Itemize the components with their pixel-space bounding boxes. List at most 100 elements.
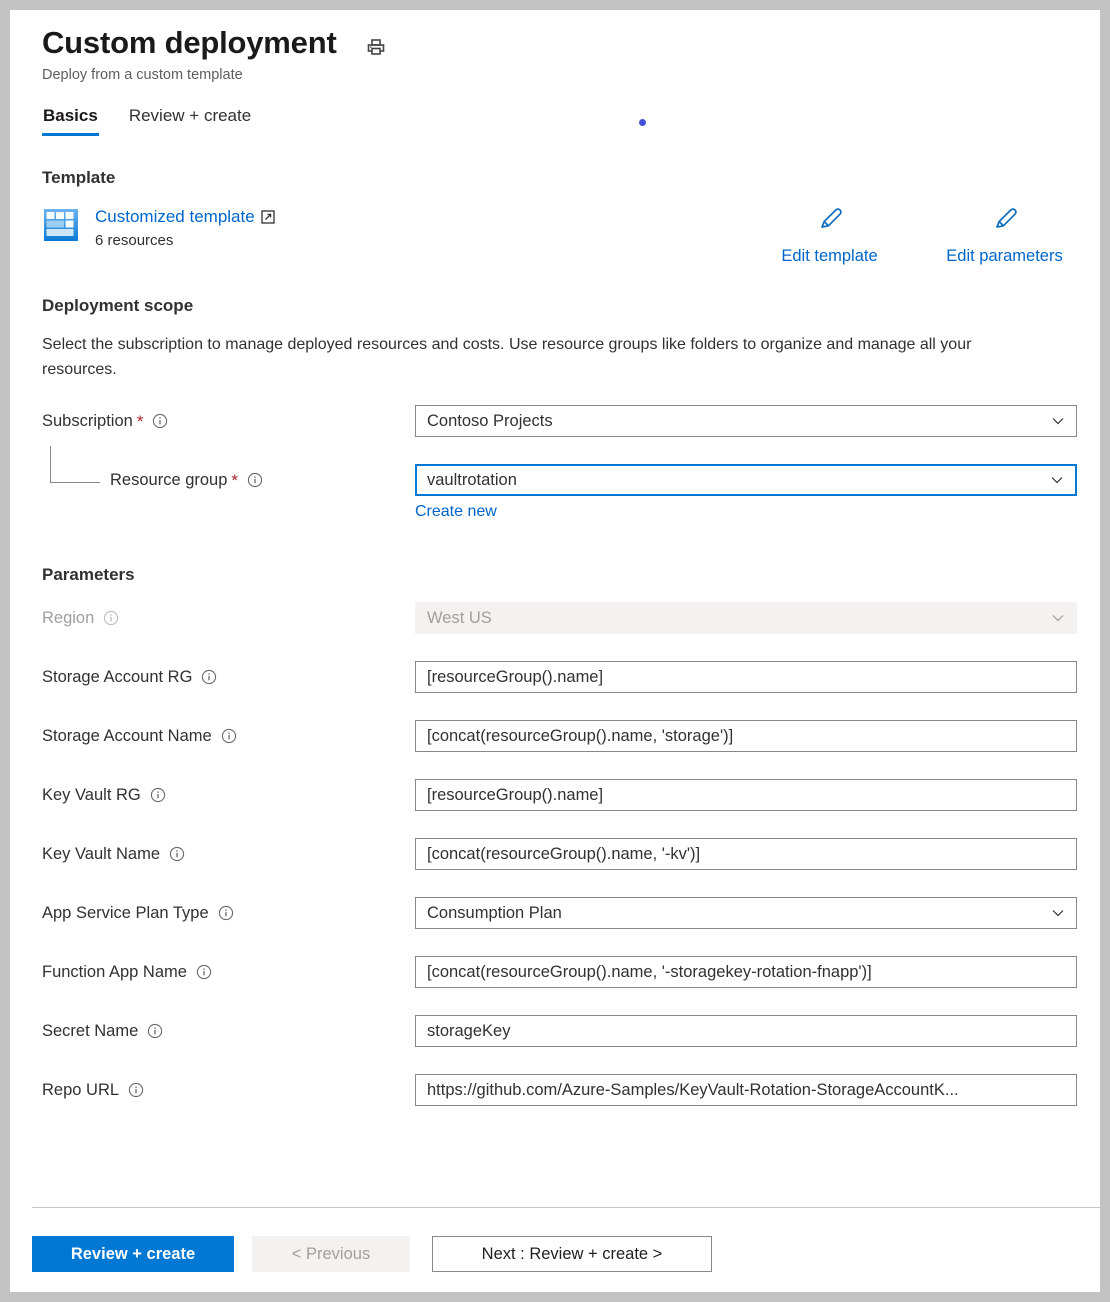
parameter-row: Storage Account Name [concat(resourceGro… xyxy=(42,720,1068,752)
pencil-icon xyxy=(990,204,1020,239)
parameter-row: Secret Name storageKey xyxy=(42,1015,1068,1047)
tab-review-create[interactable]: Review + create xyxy=(128,104,252,136)
previous-button: < Previous xyxy=(252,1236,410,1272)
template-resource-count: 6 resources xyxy=(95,231,275,251)
function-app-name-input[interactable]: [concat(resourceGroup().name, '-storagek… xyxy=(415,956,1077,988)
subscription-label: Subscription * xyxy=(42,410,415,432)
template-edit-actions: Edit template Edit parameters xyxy=(742,204,1092,267)
parameter-row: App Service Plan Type Consumption Plan xyxy=(42,897,1068,929)
subscription-row: Subscription * Contoso Projects xyxy=(42,405,1068,437)
template-summary: Customized template 6 resources xyxy=(42,204,1068,264)
edit-template-label: Edit template xyxy=(781,245,877,267)
info-icon[interactable] xyxy=(196,964,212,980)
storage-account-name-input[interactable]: [concat(resourceGroup().name, 'storage')… xyxy=(415,720,1077,752)
key-vault-rg-label-text: Key Vault RG xyxy=(42,784,141,806)
key-vault-name-value: [concat(resourceGroup().name, '-kv')] xyxy=(427,843,1068,865)
key-vault-rg-value: [resourceGroup().name] xyxy=(427,784,1068,806)
parameter-row: Storage Account RG [resourceGroup().name… xyxy=(42,661,1068,693)
customized-template-label: Customized template xyxy=(95,205,255,228)
parameter-row: Key Vault Name [concat(resourceGroup().n… xyxy=(42,838,1068,870)
info-icon[interactable] xyxy=(150,787,166,803)
resource-group-dropdown[interactable]: vaultrotation xyxy=(415,464,1077,496)
info-icon[interactable] xyxy=(152,413,168,429)
repo-url-input[interactable]: https://github.com/Azure-Samples/KeyVaul… xyxy=(415,1074,1077,1106)
scope-tree-connector xyxy=(50,446,100,483)
storage-account-rg-input[interactable]: [resourceGroup().name] xyxy=(415,661,1077,693)
info-icon[interactable] xyxy=(201,669,217,685)
chevron-down-icon xyxy=(1044,905,1072,921)
footer-divider xyxy=(32,1207,1100,1208)
template-heading: Template xyxy=(42,168,1068,188)
repo-url-label: Repo URL xyxy=(42,1079,415,1101)
function-app-name-label: Function App Name xyxy=(42,961,415,983)
app-service-plan-type-label: App Service Plan Type xyxy=(42,902,415,924)
app-service-plan-type-value: Consumption Plan xyxy=(427,902,1044,924)
subscription-label-text: Subscription xyxy=(42,410,133,432)
key-vault-name-label: Key Vault Name xyxy=(42,843,415,865)
info-icon[interactable] xyxy=(247,472,263,488)
storage-account-rg-label: Storage Account RG xyxy=(42,666,415,688)
create-new-row: Create new xyxy=(42,501,1068,523)
storage-account-name-value: [concat(resourceGroup().name, 'storage')… xyxy=(427,725,1068,747)
deployment-scope-heading: Deployment scope xyxy=(42,296,1068,316)
edit-parameters-label: Edit parameters xyxy=(946,245,1062,267)
storage-account-rg-label-text: Storage Account RG xyxy=(42,666,192,688)
parameters-form: Region West US xyxy=(42,602,1068,1106)
edit-parameters-button[interactable]: Edit parameters xyxy=(917,204,1092,267)
secret-name-label: Secret Name xyxy=(42,1020,415,1042)
blade-header: Custom deployment xyxy=(42,10,1068,63)
repo-url-label-text: Repo URL xyxy=(42,1079,119,1101)
custom-deployment-blade: Custom deployment Deploy from a custom t… xyxy=(10,10,1100,1292)
edit-template-button[interactable]: Edit template xyxy=(742,204,917,267)
subscription-value: Contoso Projects xyxy=(427,410,1044,432)
deployment-scope-description: Select the subscription to manage deploy… xyxy=(42,332,1042,382)
tab-bar: Basics Review + create xyxy=(42,104,1068,136)
info-icon[interactable] xyxy=(128,1082,144,1098)
secret-name-label-text: Secret Name xyxy=(42,1020,138,1042)
parameter-row: Repo URL https://github.com/Azure-Sample… xyxy=(42,1074,1068,1106)
secret-name-value: storageKey xyxy=(427,1020,1068,1042)
resource-group-value: vaultrotation xyxy=(427,469,1043,491)
app-service-plan-type-label-text: App Service Plan Type xyxy=(42,902,209,924)
arm-template-icon xyxy=(42,205,82,245)
app-service-plan-type-dropdown[interactable]: Consumption Plan xyxy=(415,897,1077,929)
region-label-text: Region xyxy=(42,607,94,629)
info-icon[interactable] xyxy=(221,728,237,744)
key-vault-rg-input[interactable]: [resourceGroup().name] xyxy=(415,779,1077,811)
required-asterisk: * xyxy=(137,413,144,430)
print-icon[interactable] xyxy=(365,36,387,58)
status-dot-marker xyxy=(639,119,646,126)
customized-template-link[interactable]: Customized template xyxy=(95,205,275,228)
chevron-down-icon xyxy=(1044,610,1072,626)
chevron-down-icon xyxy=(1044,413,1072,429)
parameters-heading: Parameters xyxy=(42,565,1068,585)
next-review-create-button[interactable]: Next : Review + create > xyxy=(432,1236,712,1272)
info-icon[interactable] xyxy=(218,905,234,921)
region-value: West US xyxy=(427,607,1044,629)
key-vault-name-label-text: Key Vault Name xyxy=(42,843,160,865)
parameter-row: Function App Name [concat(resourceGroup(… xyxy=(42,956,1068,988)
region-label: Region xyxy=(42,607,415,629)
info-icon[interactable] xyxy=(103,610,119,626)
repo-url-value: https://github.com/Azure-Samples/KeyVaul… xyxy=(427,1079,1068,1101)
required-asterisk: * xyxy=(231,472,238,489)
storage-account-name-label-text: Storage Account Name xyxy=(42,725,212,747)
info-icon[interactable] xyxy=(147,1023,163,1039)
pencil-icon xyxy=(815,204,845,239)
review-create-button[interactable]: Review + create xyxy=(32,1236,234,1272)
create-new-link[interactable]: Create new xyxy=(415,501,497,523)
page-title: Custom deployment xyxy=(42,23,337,63)
external-link-icon xyxy=(261,210,275,224)
parameter-row: Region West US xyxy=(42,602,1068,634)
secret-name-input[interactable]: storageKey xyxy=(415,1015,1077,1047)
subscription-dropdown[interactable]: Contoso Projects xyxy=(415,405,1077,437)
function-app-name-label-text: Function App Name xyxy=(42,961,187,983)
resource-group-label-text: Resource group xyxy=(110,469,227,491)
footer-actions: Review + create < Previous Next : Review… xyxy=(32,1236,712,1272)
tab-basics[interactable]: Basics xyxy=(42,104,99,136)
resource-group-row: Resource group * vaultrotation xyxy=(42,464,1068,496)
info-icon[interactable] xyxy=(169,846,185,862)
key-vault-name-input[interactable]: [concat(resourceGroup().name, '-kv')] xyxy=(415,838,1077,870)
storage-account-name-label: Storage Account Name xyxy=(42,725,415,747)
storage-account-rg-value: [resourceGroup().name] xyxy=(427,666,1068,688)
